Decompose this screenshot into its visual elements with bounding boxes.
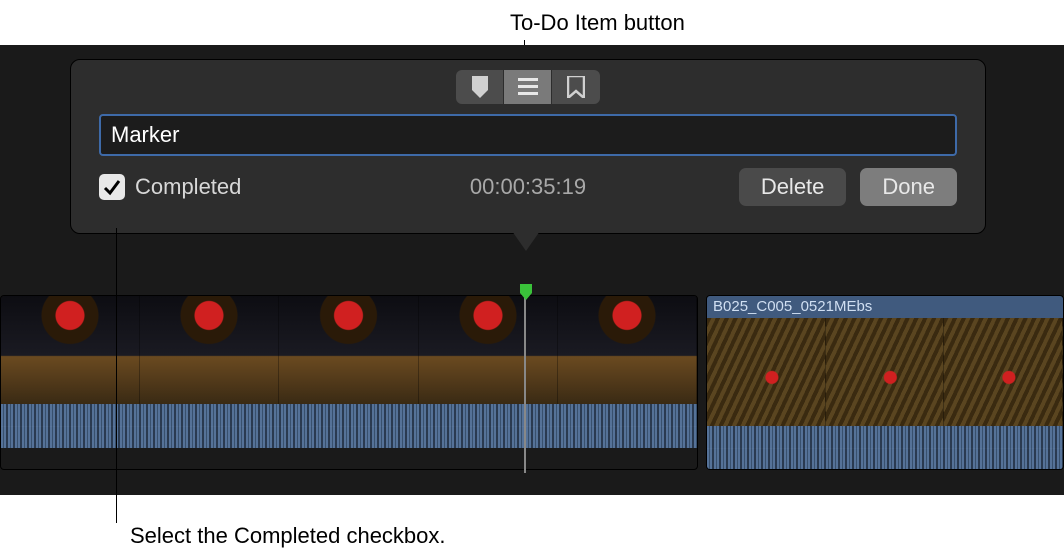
todo-list-icon (518, 78, 538, 96)
marker-timecode: 00:00:35:19 (470, 174, 586, 200)
todo-marker-button[interactable] (504, 70, 552, 104)
thumbnail-frame (279, 296, 418, 404)
clip-label: B025_C005_0521MEbs (707, 296, 1063, 318)
clip-waveform (707, 426, 1063, 470)
popover-bottom-row: Completed 00:00:35:19 Delete Done (71, 156, 985, 206)
app-dark-region: Completed 00:00:35:19 Delete Done (0, 45, 1064, 495)
annotation-line-bottom (116, 228, 117, 523)
marker-popover: Completed 00:00:35:19 Delete Done (70, 59, 986, 234)
popover-pointer (512, 231, 540, 251)
timeline-clip[interactable] (0, 295, 698, 470)
clip-thumbnails (1, 296, 697, 404)
thumbnail-frame (419, 296, 558, 404)
thumbnail-frame (140, 296, 279, 404)
annotation-completed-checkbox: Select the Completed checkbox. (130, 523, 446, 549)
standard-marker-button[interactable] (456, 70, 504, 104)
playhead-line[interactable] (524, 295, 526, 473)
marker-name-row (71, 104, 985, 156)
thumbnail-frame (558, 296, 697, 404)
delete-button[interactable]: Delete (739, 168, 847, 206)
timeline-clip[interactable]: B025_C005_0521MEbs (706, 295, 1064, 470)
done-button[interactable]: Done (860, 168, 957, 206)
clip-thumbnails (707, 318, 1063, 426)
thumbnail-frame (1, 296, 140, 404)
thumbnail-frame (826, 318, 945, 426)
timeline[interactable]: B025_C005_0521MEbs (0, 295, 1064, 475)
popover-buttons: Delete Done (739, 168, 957, 206)
thumbnail-frame (944, 318, 1063, 426)
chapter-marker-button[interactable] (552, 70, 600, 104)
thumbnail-frame (707, 318, 826, 426)
marker-tag-icon (470, 76, 490, 98)
checkmark-icon (102, 177, 122, 197)
marker-type-segmented-row (71, 60, 985, 104)
clip-waveform (1, 404, 697, 448)
marker-type-segmented (456, 70, 600, 104)
completed-checkbox-wrap[interactable]: Completed (99, 174, 241, 200)
annotation-todo-button: To-Do Item button (510, 10, 685, 36)
completed-label: Completed (135, 174, 241, 200)
bookmark-icon (567, 76, 585, 98)
completed-marker-icon[interactable] (518, 284, 534, 300)
completed-checkbox[interactable] (99, 174, 125, 200)
marker-name-input[interactable] (99, 114, 957, 156)
